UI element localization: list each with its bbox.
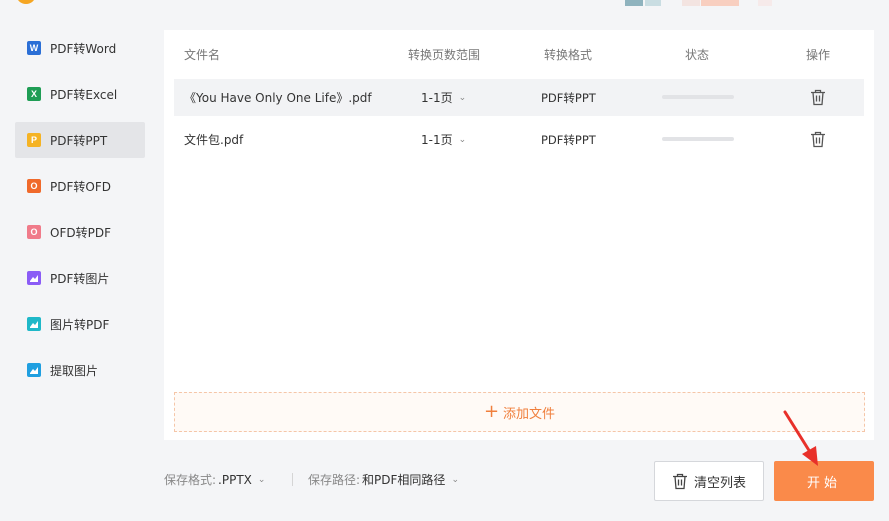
image-pdf-icon <box>27 317 41 331</box>
pdf-image-icon <box>27 271 41 285</box>
header-page-range: 转换页数范围 <box>408 47 481 62</box>
start-label: 开始 <box>806 475 841 491</box>
sidebar-item-label: PDF转图片 <box>50 271 110 286</box>
convert-format: PDF转PPT <box>541 90 596 105</box>
sidebar-item[interactable]: 提取图片 <box>15 352 145 388</box>
save-format-label: 保存格式: <box>164 473 217 487</box>
file-name: 文件包.pdf <box>184 133 244 147</box>
save-path-select[interactable]: 保存路径: 和PDF相同路径 ⌄ <box>308 471 459 488</box>
chevron-down-icon: ⌄ <box>458 134 467 145</box>
ofd-icon: O <box>27 179 41 193</box>
sidebar-item[interactable]: P PDF转PPT <box>15 122 145 158</box>
sidebar: W PDF转Word X PDF转Excel P PDF转PPT O PDF转OFD O OFD转… <box>15 30 145 398</box>
window-decoration <box>625 0 643 6</box>
trash-icon <box>811 89 825 106</box>
page-range-select[interactable]: 1-1页 ⌄ <box>421 131 466 148</box>
chevron-down-icon: ⌄ <box>451 474 459 485</box>
page-range-value: 1-1页 <box>421 91 453 105</box>
window-decoration <box>758 0 772 6</box>
ofd-pdf-icon: O <box>27 225 41 239</box>
divider <box>292 473 293 486</box>
save-path-value: 和PDF相同路径 <box>362 473 446 487</box>
sidebar-item[interactable]: O PDF转OFD <box>15 168 145 204</box>
save-path-label: 保存路径: <box>308 473 361 487</box>
delete-button[interactable] <box>810 131 826 151</box>
sidebar-item-label: PDF转OFD <box>50 179 111 194</box>
sidebar-item[interactable]: 图片转PDF <box>15 306 145 342</box>
sidebar-item[interactable]: PDF转图片 <box>15 260 145 296</box>
save-format-select[interactable]: 保存格式: .PPTX ⌄ <box>164 471 265 488</box>
file-name: 《You Have Only One Life》.pdf <box>184 91 372 105</box>
header-format: 转换格式 <box>544 47 593 62</box>
window-decoration <box>701 0 739 6</box>
sidebar-item[interactable]: X PDF转Excel <box>15 76 145 112</box>
file-list-panel: 文件名 转换页数范围 转换格式 状态 操作 《You Have Only One… <box>164 30 874 440</box>
excel-icon: X <box>27 87 41 101</box>
clear-list-label: 清空列表 <box>693 475 746 491</box>
table-header: 文件名 转换页数范围 转换格式 状态 操作 <box>164 30 874 78</box>
app-logo <box>16 0 36 4</box>
window-decoration <box>682 0 700 6</box>
sidebar-item-label: 图片转PDF <box>50 317 110 332</box>
add-file-button[interactable]: + 添加文件 <box>174 392 865 432</box>
window-decoration <box>645 0 661 6</box>
header-operation: 操作 <box>806 47 831 62</box>
sidebar-item-label: PDF转PPT <box>50 133 108 148</box>
delete-button[interactable] <box>810 89 826 109</box>
sidebar-item[interactable]: O OFD转PDF <box>15 214 145 250</box>
page-range-select[interactable]: 1-1页 ⌄ <box>421 89 466 106</box>
save-format-value: .PPTX <box>218 472 252 487</box>
sidebar-item-label: PDF转Excel <box>50 87 118 102</box>
progress-bar <box>662 95 734 99</box>
sidebar-item-label: PDF转Word <box>50 41 117 56</box>
extract-image-icon <box>27 363 41 377</box>
trash-icon <box>672 473 687 489</box>
sidebar-item-label: 提取图片 <box>50 363 99 378</box>
add-file-label: 添加文件 <box>503 406 556 422</box>
plus-icon: + <box>483 401 500 422</box>
header-status: 状态 <box>685 47 710 62</box>
table-row[interactable]: 《You Have Only One Life》.pdf 1-1页 ⌄ PDF转… <box>174 79 864 116</box>
page-range-value: 1-1页 <box>421 133 453 147</box>
progress-bar <box>662 137 734 141</box>
ppt-icon: P <box>27 133 41 147</box>
clear-list-button[interactable]: 清空列表 <box>654 461 764 501</box>
header-filename: 文件名 <box>184 47 221 62</box>
word-icon: W <box>27 41 41 55</box>
sidebar-item[interactable]: W PDF转Word <box>15 30 145 66</box>
chevron-down-icon: ⌄ <box>257 474 266 485</box>
table-row[interactable]: 文件包.pdf 1-1页 ⌄ PDF转PPT <box>174 121 864 158</box>
annotation-arrow-icon <box>783 410 818 466</box>
trash-icon <box>811 131 825 148</box>
chevron-down-icon: ⌄ <box>458 92 467 103</box>
convert-format: PDF转PPT <box>541 132 596 147</box>
sidebar-item-label: OFD转PDF <box>50 225 111 240</box>
